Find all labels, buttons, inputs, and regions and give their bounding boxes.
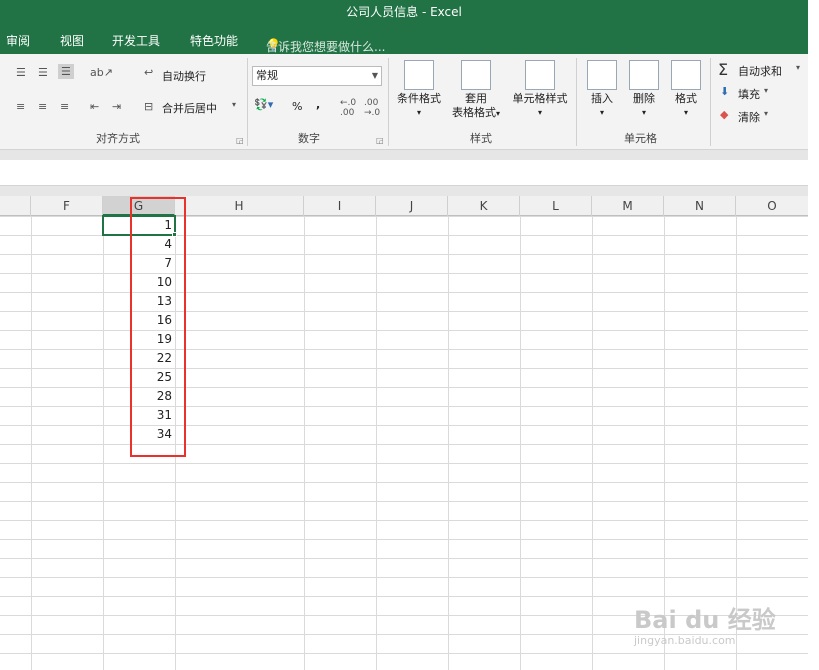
column-header-f[interactable]: F bbox=[31, 196, 103, 216]
header-spacer bbox=[0, 186, 808, 196]
delete-label: 删除 bbox=[633, 92, 655, 105]
fill-button[interactable]: 填充 bbox=[738, 86, 760, 102]
tab-special-features[interactable]: 特色功能 bbox=[190, 32, 238, 49]
percent-button[interactable]: % bbox=[292, 100, 302, 113]
formula-bar[interactable] bbox=[0, 160, 808, 186]
merge-center-button[interactable]: 合并后居中 bbox=[162, 100, 217, 116]
eraser-icon: ◆ bbox=[720, 108, 729, 121]
column-header-j[interactable]: J bbox=[376, 196, 448, 216]
ribbon: ☰ ☰ ☰ ab↗ ≡ ≡ ≡ ⇤ ⇥ ↩ 自动换行 ⊟ 合并后居中 ▾ 对齐方… bbox=[0, 54, 808, 150]
decrease-indent-icon[interactable]: ⇤ bbox=[90, 100, 99, 113]
column-header-row: F G H I J K L M N O bbox=[0, 196, 808, 216]
merge-dropdown-icon[interactable]: ▾ bbox=[232, 100, 236, 109]
column-header-o[interactable]: O bbox=[736, 196, 808, 216]
autosum-dropdown-icon[interactable]: ▾ bbox=[796, 63, 800, 72]
watermark-logo: Bai du 经验 bbox=[634, 606, 776, 634]
gridline bbox=[592, 216, 593, 670]
conditional-format-icon bbox=[404, 60, 434, 90]
tell-me-placeholder: 告诉我您想要做什么... bbox=[266, 40, 386, 54]
tab-view[interactable]: 视图 bbox=[60, 32, 84, 49]
ribbon-tabs: 审阅 视图 开发工具 特色功能 💡 告诉我您想要做什么... bbox=[0, 26, 808, 54]
cells-group-label: 单元格 bbox=[624, 132, 657, 145]
orientation-icon[interactable]: ab↗ bbox=[90, 66, 113, 79]
delete-button[interactable]: 删除 ▾ bbox=[624, 60, 664, 120]
column-header-m[interactable]: M bbox=[592, 196, 664, 216]
format-cells-icon bbox=[671, 60, 701, 90]
insert-cells-icon bbox=[587, 60, 617, 90]
increase-indent-icon[interactable]: ⇥ bbox=[112, 100, 121, 113]
group-divider bbox=[710, 58, 711, 146]
column-header-n[interactable]: N bbox=[664, 196, 736, 216]
alignment-group-label: 对齐方式 bbox=[96, 132, 140, 145]
autosum-button[interactable]: 自动求和 bbox=[738, 63, 782, 79]
styles-group-label: 样式 bbox=[470, 132, 492, 145]
watermark-url: jingyan.baidu.com bbox=[634, 634, 736, 647]
wrap-text-icon: ↩ bbox=[144, 66, 154, 79]
highlight-box bbox=[130, 197, 186, 457]
ribbon-spacer bbox=[0, 150, 808, 160]
window-title: 公司人员信息 - Excel bbox=[346, 5, 462, 19]
comma-button[interactable]: , bbox=[316, 98, 320, 111]
fill-dropdown-icon[interactable]: ▾ bbox=[764, 86, 768, 95]
align-bottom-icon[interactable]: ☰ bbox=[58, 64, 74, 79]
format-button[interactable]: 格式 ▾ bbox=[666, 60, 706, 120]
cell-styles-label: 单元格样式 bbox=[512, 92, 568, 105]
format-as-table-label-1: 套用 bbox=[465, 92, 487, 105]
align-top-icon[interactable]: ☰ bbox=[16, 66, 26, 79]
tab-review[interactable]: 审阅 bbox=[6, 32, 30, 49]
tab-developer[interactable]: 开发工具 bbox=[112, 32, 160, 49]
column-header-l[interactable]: L bbox=[520, 196, 592, 216]
gridline bbox=[520, 216, 521, 670]
conditional-format-button[interactable]: 条件格式 ▾ bbox=[392, 60, 446, 120]
number-format-value: 常规 bbox=[256, 69, 278, 82]
align-middle-icon[interactable]: ☰ bbox=[38, 66, 48, 79]
conditional-format-label: 条件格式 bbox=[397, 92, 441, 105]
gridline bbox=[376, 216, 377, 670]
align-right-icon[interactable]: ≡ bbox=[60, 100, 69, 113]
column-header-stub[interactable] bbox=[0, 196, 31, 216]
insert-label: 插入 bbox=[591, 92, 613, 105]
fill-down-icon: ⬇ bbox=[720, 85, 730, 98]
autosum-icon: Σ bbox=[718, 60, 729, 79]
gridline bbox=[304, 216, 305, 670]
clear-dropdown-icon[interactable]: ▾ bbox=[764, 109, 768, 118]
decrease-decimal-icon[interactable]: .00 →.0 bbox=[364, 98, 380, 118]
align-left-icon[interactable]: ≡ bbox=[16, 100, 25, 113]
column-header-h[interactable]: H bbox=[175, 196, 304, 216]
group-divider bbox=[388, 58, 389, 146]
number-format-select[interactable]: 常规 ▼ bbox=[252, 66, 382, 86]
delete-cells-icon bbox=[629, 60, 659, 90]
gridline bbox=[448, 216, 449, 670]
align-center-icon[interactable]: ≡ bbox=[38, 100, 47, 113]
increase-decimal-icon[interactable]: ←.0.00 bbox=[340, 98, 356, 118]
group-divider bbox=[576, 58, 577, 146]
title-bar: 公司人员信息 - Excel bbox=[0, 0, 808, 26]
cell-styles-button[interactable]: 单元格样式 ▾ bbox=[508, 60, 572, 120]
number-launcher-icon[interactable]: ◲ bbox=[376, 136, 384, 145]
format-as-table-button[interactable]: 套用 表格格式▾ bbox=[446, 60, 506, 121]
cell-styles-icon bbox=[525, 60, 555, 90]
currency-icon[interactable]: 💱▾ bbox=[254, 98, 273, 111]
gridline bbox=[31, 216, 32, 670]
format-as-table-icon bbox=[461, 60, 491, 90]
format-label: 格式 bbox=[675, 92, 697, 105]
format-as-table-label-2: 表格格式 bbox=[451, 106, 496, 119]
chevron-down-icon: ▼ bbox=[371, 71, 378, 80]
clear-button[interactable]: 清除 bbox=[738, 109, 760, 125]
window-edge bbox=[808, 0, 819, 670]
merge-center-icon: ⊟ bbox=[144, 100, 154, 113]
wrap-text-button[interactable]: 自动换行 bbox=[162, 68, 206, 84]
column-header-i[interactable]: I bbox=[304, 196, 376, 216]
alignment-launcher-icon[interactable]: ◲ bbox=[236, 136, 244, 145]
column-header-k[interactable]: K bbox=[448, 196, 520, 216]
insert-button[interactable]: 插入 ▾ bbox=[582, 60, 622, 120]
group-divider bbox=[247, 58, 248, 146]
number-group-label: 数字 bbox=[298, 132, 320, 145]
